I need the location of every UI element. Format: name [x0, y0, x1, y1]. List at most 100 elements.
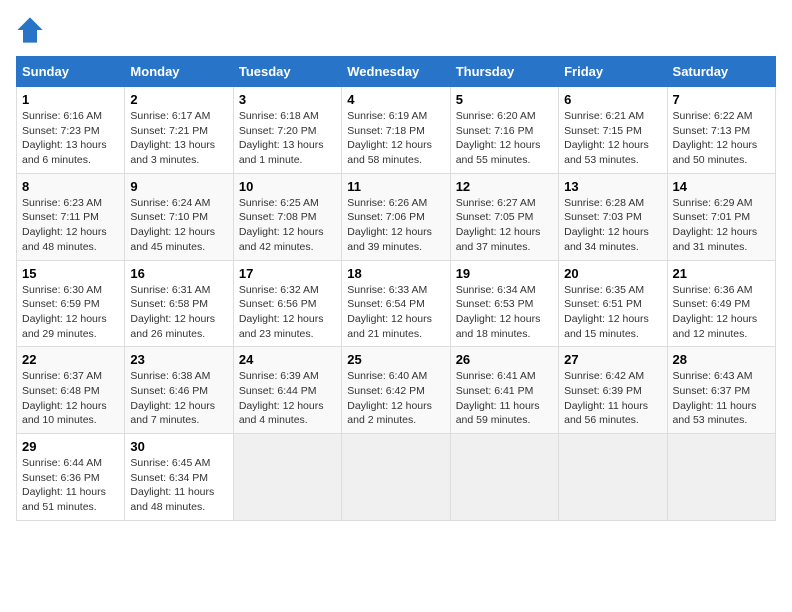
- day-number: 8: [22, 179, 119, 194]
- day-info: Sunrise: 6:44 AMSunset: 6:36 PMDaylight:…: [22, 457, 106, 513]
- day-number: 6: [564, 92, 661, 107]
- day-number: 26: [456, 352, 553, 367]
- day-info: Sunrise: 6:23 AMSunset: 7:11 PMDaylight:…: [22, 197, 107, 253]
- day-number: 15: [22, 266, 119, 281]
- header-wednesday: Wednesday: [342, 57, 450, 87]
- day-cell: [667, 434, 775, 521]
- day-info: Sunrise: 6:30 AMSunset: 6:59 PMDaylight:…: [22, 284, 107, 340]
- week-row-4: 22 Sunrise: 6:37 AMSunset: 6:48 PMDaylig…: [17, 347, 776, 434]
- day-number: 22: [22, 352, 119, 367]
- day-cell: 7 Sunrise: 6:22 AMSunset: 7:13 PMDayligh…: [667, 87, 775, 174]
- day-cell: [233, 434, 341, 521]
- day-info: Sunrise: 6:42 AMSunset: 6:39 PMDaylight:…: [564, 370, 648, 426]
- calendar-table: SundayMondayTuesdayWednesdayThursdayFrid…: [16, 56, 776, 521]
- day-cell: 5 Sunrise: 6:20 AMSunset: 7:16 PMDayligh…: [450, 87, 558, 174]
- day-info: Sunrise: 6:31 AMSunset: 6:58 PMDaylight:…: [130, 284, 215, 340]
- day-number: 9: [130, 179, 227, 194]
- day-number: 3: [239, 92, 336, 107]
- day-number: 19: [456, 266, 553, 281]
- header-monday: Monday: [125, 57, 233, 87]
- day-number: 14: [673, 179, 770, 194]
- day-number: 16: [130, 266, 227, 281]
- week-row-5: 29 Sunrise: 6:44 AMSunset: 6:36 PMDaylig…: [17, 434, 776, 521]
- day-cell: 1 Sunrise: 6:16 AMSunset: 7:23 PMDayligh…: [17, 87, 125, 174]
- day-info: Sunrise: 6:38 AMSunset: 6:46 PMDaylight:…: [130, 370, 215, 426]
- day-number: 13: [564, 179, 661, 194]
- day-info: Sunrise: 6:29 AMSunset: 7:01 PMDaylight:…: [673, 197, 758, 253]
- day-number: 2: [130, 92, 227, 107]
- day-number: 30: [130, 439, 227, 454]
- header-saturday: Saturday: [667, 57, 775, 87]
- day-cell: 2 Sunrise: 6:17 AMSunset: 7:21 PMDayligh…: [125, 87, 233, 174]
- day-cell: 26 Sunrise: 6:41 AMSunset: 6:41 PMDaylig…: [450, 347, 558, 434]
- day-info: Sunrise: 6:37 AMSunset: 6:48 PMDaylight:…: [22, 370, 107, 426]
- day-info: Sunrise: 6:41 AMSunset: 6:41 PMDaylight:…: [456, 370, 540, 426]
- header-thursday: Thursday: [450, 57, 558, 87]
- day-info: Sunrise: 6:19 AMSunset: 7:18 PMDaylight:…: [347, 110, 432, 166]
- day-number: 27: [564, 352, 661, 367]
- day-info: Sunrise: 6:22 AMSunset: 7:13 PMDaylight:…: [673, 110, 758, 166]
- day-info: Sunrise: 6:33 AMSunset: 6:54 PMDaylight:…: [347, 284, 432, 340]
- day-cell: 28 Sunrise: 6:43 AMSunset: 6:37 PMDaylig…: [667, 347, 775, 434]
- logo-icon: [16, 16, 44, 44]
- day-cell: 23 Sunrise: 6:38 AMSunset: 6:46 PMDaylig…: [125, 347, 233, 434]
- day-cell: 4 Sunrise: 6:19 AMSunset: 7:18 PMDayligh…: [342, 87, 450, 174]
- day-info: Sunrise: 6:34 AMSunset: 6:53 PMDaylight:…: [456, 284, 541, 340]
- day-cell: [559, 434, 667, 521]
- header-tuesday: Tuesday: [233, 57, 341, 87]
- day-cell: 14 Sunrise: 6:29 AMSunset: 7:01 PMDaylig…: [667, 173, 775, 260]
- day-cell: 25 Sunrise: 6:40 AMSunset: 6:42 PMDaylig…: [342, 347, 450, 434]
- day-cell: 12 Sunrise: 6:27 AMSunset: 7:05 PMDaylig…: [450, 173, 558, 260]
- day-info: Sunrise: 6:21 AMSunset: 7:15 PMDaylight:…: [564, 110, 649, 166]
- day-number: 4: [347, 92, 444, 107]
- day-cell: [342, 434, 450, 521]
- day-cell: 8 Sunrise: 6:23 AMSunset: 7:11 PMDayligh…: [17, 173, 125, 260]
- day-cell: 10 Sunrise: 6:25 AMSunset: 7:08 PMDaylig…: [233, 173, 341, 260]
- day-cell: 29 Sunrise: 6:44 AMSunset: 6:36 PMDaylig…: [17, 434, 125, 521]
- day-cell: 24 Sunrise: 6:39 AMSunset: 6:44 PMDaylig…: [233, 347, 341, 434]
- day-number: 23: [130, 352, 227, 367]
- day-number: 29: [22, 439, 119, 454]
- logo: [16, 16, 48, 44]
- day-cell: 19 Sunrise: 6:34 AMSunset: 6:53 PMDaylig…: [450, 260, 558, 347]
- day-number: 24: [239, 352, 336, 367]
- day-number: 20: [564, 266, 661, 281]
- day-info: Sunrise: 6:45 AMSunset: 6:34 PMDaylight:…: [130, 457, 214, 513]
- day-info: Sunrise: 6:20 AMSunset: 7:16 PMDaylight:…: [456, 110, 541, 166]
- day-info: Sunrise: 6:32 AMSunset: 6:56 PMDaylight:…: [239, 284, 324, 340]
- day-info: Sunrise: 6:28 AMSunset: 7:03 PMDaylight:…: [564, 197, 649, 253]
- day-cell: 16 Sunrise: 6:31 AMSunset: 6:58 PMDaylig…: [125, 260, 233, 347]
- day-cell: 6 Sunrise: 6:21 AMSunset: 7:15 PMDayligh…: [559, 87, 667, 174]
- day-info: Sunrise: 6:18 AMSunset: 7:20 PMDaylight:…: [239, 110, 324, 166]
- calendar-header-row: SundayMondayTuesdayWednesdayThursdayFrid…: [17, 57, 776, 87]
- day-info: Sunrise: 6:17 AMSunset: 7:21 PMDaylight:…: [130, 110, 215, 166]
- day-cell: 21 Sunrise: 6:36 AMSunset: 6:49 PMDaylig…: [667, 260, 775, 347]
- day-info: Sunrise: 6:35 AMSunset: 6:51 PMDaylight:…: [564, 284, 649, 340]
- day-cell: [450, 434, 558, 521]
- day-cell: 22 Sunrise: 6:37 AMSunset: 6:48 PMDaylig…: [17, 347, 125, 434]
- day-number: 25: [347, 352, 444, 367]
- header-friday: Friday: [559, 57, 667, 87]
- week-row-1: 1 Sunrise: 6:16 AMSunset: 7:23 PMDayligh…: [17, 87, 776, 174]
- day-number: 12: [456, 179, 553, 194]
- day-number: 5: [456, 92, 553, 107]
- page-header: [16, 16, 776, 44]
- header-sunday: Sunday: [17, 57, 125, 87]
- day-info: Sunrise: 6:16 AMSunset: 7:23 PMDaylight:…: [22, 110, 107, 166]
- week-row-2: 8 Sunrise: 6:23 AMSunset: 7:11 PMDayligh…: [17, 173, 776, 260]
- day-number: 11: [347, 179, 444, 194]
- day-cell: 17 Sunrise: 6:32 AMSunset: 6:56 PMDaylig…: [233, 260, 341, 347]
- day-number: 1: [22, 92, 119, 107]
- day-info: Sunrise: 6:26 AMSunset: 7:06 PMDaylight:…: [347, 197, 432, 253]
- day-info: Sunrise: 6:36 AMSunset: 6:49 PMDaylight:…: [673, 284, 758, 340]
- day-info: Sunrise: 6:40 AMSunset: 6:42 PMDaylight:…: [347, 370, 432, 426]
- day-number: 18: [347, 266, 444, 281]
- day-info: Sunrise: 6:27 AMSunset: 7:05 PMDaylight:…: [456, 197, 541, 253]
- day-number: 21: [673, 266, 770, 281]
- day-cell: 3 Sunrise: 6:18 AMSunset: 7:20 PMDayligh…: [233, 87, 341, 174]
- day-cell: 13 Sunrise: 6:28 AMSunset: 7:03 PMDaylig…: [559, 173, 667, 260]
- week-row-3: 15 Sunrise: 6:30 AMSunset: 6:59 PMDaylig…: [17, 260, 776, 347]
- day-number: 17: [239, 266, 336, 281]
- day-cell: 30 Sunrise: 6:45 AMSunset: 6:34 PMDaylig…: [125, 434, 233, 521]
- day-info: Sunrise: 6:24 AMSunset: 7:10 PMDaylight:…: [130, 197, 215, 253]
